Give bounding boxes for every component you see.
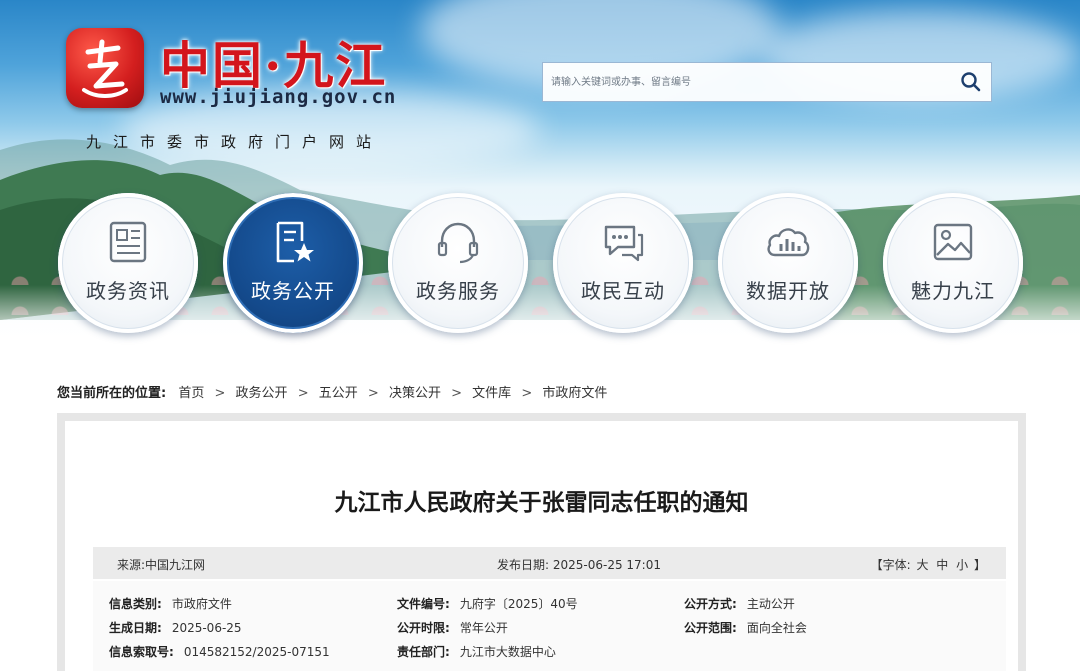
info-open-method: 公开方式: 主动公开 xyxy=(684,595,795,612)
nav-item-news[interactable]: 政务资讯 xyxy=(58,193,198,333)
nav-label: 数据开放 xyxy=(746,279,830,303)
info-index-number: 信息索取号: 014582152/2025-07151 xyxy=(109,643,330,660)
article-title: 九江市人民政府关于张雷同志任职的通知 xyxy=(334,490,749,516)
nav-item-charm[interactable]: 魅力九江 xyxy=(883,193,1023,333)
font-size-control: 【字体: 大 中 小 】 xyxy=(871,556,986,573)
main-nav: 政务资讯 政务公开 政务服务 政民互动 数据开放 魅力九江 xyxy=(0,193,1080,333)
info-value: 主动公开 xyxy=(746,597,795,611)
article-publish-date: 发布日期: 2025-06-25 17:01 xyxy=(497,558,661,572)
article-meta-bar: 来源:中国九江网 发布日期: 2025-06-25 17:01 【字体: 大 中… xyxy=(93,547,1006,579)
nav-label: 政务服务 xyxy=(416,279,500,303)
breadcrumb-separator: > xyxy=(451,386,463,401)
info-value: 2025-06-25 xyxy=(171,621,242,635)
breadcrumb-label: 您当前所在的位置: xyxy=(57,386,167,401)
breadcrumb: 您当前所在的位置: 首页 > 政务公开 > 五公开 > 决策公开 > 文件库 >… xyxy=(57,382,607,401)
nav-item-open-data[interactable]: 数据开放 xyxy=(718,193,858,333)
search-icon xyxy=(961,72,981,92)
nav-label: 政务公开 xyxy=(251,279,335,303)
info-value: 市政府文件 xyxy=(171,597,232,611)
breadcrumb-separator: > xyxy=(214,386,226,401)
breadcrumb-decision-open[interactable]: 决策公开 xyxy=(389,386,441,401)
nav-label: 政民互动 xyxy=(581,279,665,303)
font-size-label: 【字体: xyxy=(870,558,911,572)
info-value: 014582152/2025-07151 xyxy=(183,645,330,659)
newspaper-icon xyxy=(109,221,147,263)
picture-icon xyxy=(933,223,973,261)
info-doc-number: 文件编号: 九府字〔2025〕40号 xyxy=(397,595,578,612)
info-value: 九府字〔2025〕40号 xyxy=(459,597,578,611)
info-open-scope: 公开范围: 面向全社会 xyxy=(684,619,807,636)
nav-item-gov-open[interactable]: 政务公开 xyxy=(223,193,363,333)
breadcrumb-file-library[interactable]: 文件库 xyxy=(472,386,511,401)
breadcrumb-separator: > xyxy=(367,386,379,401)
info-created-date: 生成日期: 2025-06-25 xyxy=(109,619,242,636)
breadcrumb-separator: > xyxy=(297,386,309,401)
font-size-close-bracket: 】 xyxy=(973,558,986,572)
info-responsible-dept: 责任部门: 九江市大数据中心 xyxy=(397,643,556,660)
breadcrumb-five-open[interactable]: 五公开 xyxy=(319,386,358,401)
info-key: 公开范围: xyxy=(684,621,737,635)
info-category: 信息类别: 市政府文件 xyxy=(109,595,232,612)
document-star-icon xyxy=(276,221,314,263)
site-logo-icon[interactable] xyxy=(66,28,144,108)
breadcrumb-home[interactable]: 首页 xyxy=(178,386,204,401)
info-key: 信息类别: xyxy=(109,597,162,611)
site-subtitle: 九江市委市政府门户网站 xyxy=(86,133,384,151)
info-value: 常年公开 xyxy=(459,621,508,635)
info-key: 生成日期: xyxy=(109,621,162,635)
info-key: 文件编号: xyxy=(397,597,450,611)
site-url: www.jiujiang.gov.cn xyxy=(160,86,397,108)
breadcrumb-gov-open[interactable]: 政务公开 xyxy=(236,386,288,401)
nav-label: 政务资讯 xyxy=(86,279,170,303)
font-size-large-button[interactable]: 大 xyxy=(916,558,928,572)
breadcrumb-city-gov-files[interactable]: 市政府文件 xyxy=(542,386,607,401)
nav-label: 魅力九江 xyxy=(911,279,995,303)
article-source: 来源:中国九江网 xyxy=(117,558,206,572)
nav-item-interaction[interactable]: 政民互动 xyxy=(553,193,693,333)
info-open-period: 公开时限: 常年公开 xyxy=(397,619,508,636)
info-key: 公开时限: xyxy=(397,621,450,635)
cloud-chart-icon xyxy=(767,228,810,257)
article-frame: 九江市人民政府关于张雷同志任职的通知 来源:中国九江网 发布日期: 2025-0… xyxy=(57,413,1026,671)
search-input[interactable] xyxy=(543,63,953,101)
headset-icon xyxy=(437,222,479,264)
info-key: 公开方式: xyxy=(684,597,737,611)
font-size-medium-button[interactable]: 中 xyxy=(936,558,948,572)
info-value: 九江市大数据中心 xyxy=(459,645,556,659)
chat-bubble-icon xyxy=(604,225,644,262)
info-table: 信息类别: 市政府文件 文件编号: 九府字〔2025〕40号 公开方式: 主动公开 生… xyxy=(93,581,1006,671)
info-key: 责任部门: xyxy=(397,645,450,659)
nav-item-services[interactable]: 政务服务 xyxy=(388,193,528,333)
info-key: 信息索取号: xyxy=(109,645,174,659)
breadcrumb-separator: > xyxy=(521,386,533,401)
article-container: 九江市人民政府关于张雷同志任职的通知 来源:中国九江网 发布日期: 2025-0… xyxy=(65,421,1018,671)
font-size-small-button[interactable]: 小 xyxy=(956,558,968,572)
search-button[interactable] xyxy=(951,63,991,101)
info-value: 面向全社会 xyxy=(746,621,807,635)
search-box xyxy=(542,62,992,102)
